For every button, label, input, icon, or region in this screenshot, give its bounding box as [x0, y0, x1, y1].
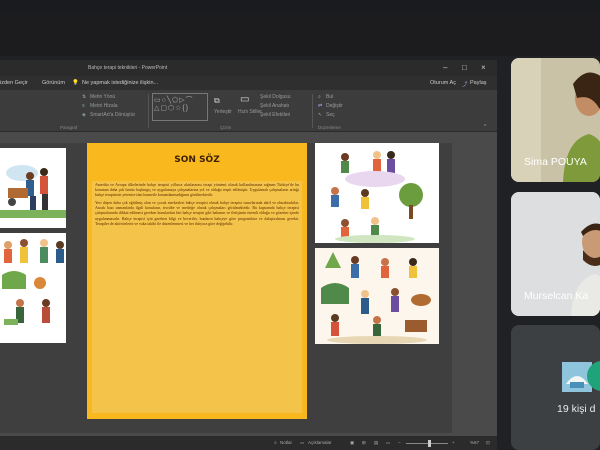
tell-me-search[interactable]: Ne yapmak istediğinize ilişkin... [82, 80, 158, 86]
shapes-row2-icon: △▢⬡☆{} [154, 105, 190, 112]
shape-effects-button[interactable]: Şekil Efektleri [260, 112, 290, 118]
arrange-icon: ⧉ [214, 96, 220, 105]
participant-name: Sima POUYA [524, 156, 587, 168]
slide-heading: SON SÖZ [174, 155, 220, 165]
align-text-icon: ≡ [82, 103, 85, 109]
quick-styles-icon: ▭ [240, 94, 250, 105]
slide-sorter-icon[interactable]: ⊞ [362, 440, 366, 446]
conclusion-panel: SON SÖZ Amerika ve Avrupa ülkelerinde ba… [87, 143, 307, 419]
image-children-gardening [315, 143, 439, 243]
share-icon: ⤴ [462, 82, 468, 88]
participant-tile-2[interactable]: Murselcan Ka [511, 192, 600, 316]
participant-name: Murselcan Ka [524, 290, 589, 302]
image-gardeners-wheelbarrow [0, 148, 66, 228]
zoom-level[interactable]: %67 [470, 440, 479, 445]
ppt-title: Bahçe terapi teknikleri - PowerPoint [88, 65, 168, 71]
notes-button[interactable]: Notlar [280, 440, 292, 445]
others-count: 19 kişi d [557, 403, 596, 415]
ribbon-separator [148, 94, 149, 128]
editing-group-label: Düzenleme [318, 125, 341, 130]
zoom-out-icon[interactable]: – [398, 440, 401, 445]
ppt-titlebar: Bahçe terapi teknikleri - PowerPoint – □… [0, 60, 497, 76]
ppt-statusbar: ≡ Notlar ▭ Açıklamalar ▣ ⊞ ▤ ▭ – + %67 ⊡ [0, 436, 497, 450]
lightbulb-icon: 💡 [72, 80, 79, 86]
menu-view[interactable]: Görünüm [42, 80, 65, 86]
slide-editor: SON SÖZ Amerika ve Avrupa ülkelerinde ba… [0, 132, 497, 436]
text-direction-icon: ⇅ [82, 94, 87, 100]
notes-icon: ≡ [274, 440, 277, 445]
ppt-menubar: izden Geçir Görünüm 💡 Ne yapmak istediği… [0, 76, 497, 90]
minimize-icon[interactable]: – [443, 63, 447, 72]
smartart-icon: ◈ [82, 112, 86, 118]
shape-outline-button[interactable]: Şekil Anahatı [260, 103, 289, 109]
normal-view-icon[interactable]: ▣ [350, 440, 354, 446]
zoom-thumb[interactable] [428, 440, 431, 447]
drawing-group-label: Çizim [220, 125, 232, 130]
body-paragraph-2: Yeri düşen daha çok eğitilmiş olan ve ço… [95, 201, 299, 226]
smartart-button[interactable]: SmartArt'a Dönüştür [90, 112, 135, 118]
slideshow-icon[interactable]: ▭ [386, 440, 390, 446]
zoom-slider[interactable] [406, 443, 448, 444]
zoom-in-icon[interactable]: + [452, 440, 455, 445]
align-text-button[interactable]: Metni Hizala [90, 103, 118, 109]
find-button[interactable]: Bul [326, 94, 333, 100]
ppt-ribbon: ⇅ Metin Yönü ≡ Metni Hizala ◈ SmartArt'a… [0, 90, 497, 132]
comments-icon: ▭ [300, 440, 305, 445]
select-button[interactable]: Seç [326, 112, 335, 118]
text-direction-button[interactable]: Metin Yönü [90, 94, 115, 100]
meeting-header-band [0, 14, 600, 56]
arrange-button[interactable]: Yerleştir [214, 109, 232, 115]
ribbon-collapse-icon[interactable]: ^ [484, 124, 486, 130]
top-strip [0, 0, 600, 14]
comments-button[interactable]: Açıklamalar [308, 440, 332, 445]
paragraph-group-label: Paragraf [60, 125, 78, 130]
shared-screen: Bahçe terapi teknikleri - PowerPoint – □… [0, 60, 497, 450]
replace-button[interactable]: Değiştir [326, 103, 343, 109]
image-adults-gardening [315, 248, 439, 344]
ribbon-separator [312, 94, 313, 128]
close-icon[interactable]: × [481, 63, 486, 72]
shape-fill-button[interactable]: Şekil Dolgusu [260, 94, 291, 100]
select-icon: ↖ [318, 112, 323, 118]
maximize-icon[interactable]: □ [462, 63, 467, 72]
sign-in-link[interactable]: Oturum Aç [430, 80, 456, 86]
fit-slide-icon[interactable]: ⊡ [486, 440, 490, 446]
menu-review[interactable]: izden Geçir [0, 80, 28, 86]
image-gardeners-group [0, 233, 66, 343]
replace-icon: ⇄ [318, 103, 323, 109]
other-participants-box[interactable]: 19 kişi d [511, 325, 600, 450]
body-paragraph-1: Amerika ve Avrupa ülkelerinde bahçe tera… [95, 183, 299, 198]
share-button[interactable]: Paylaş [470, 80, 487, 86]
slide-body[interactable]: Amerika ve Avrupa ülkelerinde bahçe tera… [92, 181, 302, 413]
slide: SON SÖZ Amerika ve Avrupa ülkelerinde ba… [0, 143, 452, 433]
participant-tile-1[interactable]: Sima POUYA [511, 58, 600, 182]
quick-styles-button[interactable]: Hızlı Stiller [238, 109, 262, 115]
find-icon: ⌕ [318, 94, 321, 100]
reading-view-icon[interactable]: ▤ [374, 440, 378, 446]
